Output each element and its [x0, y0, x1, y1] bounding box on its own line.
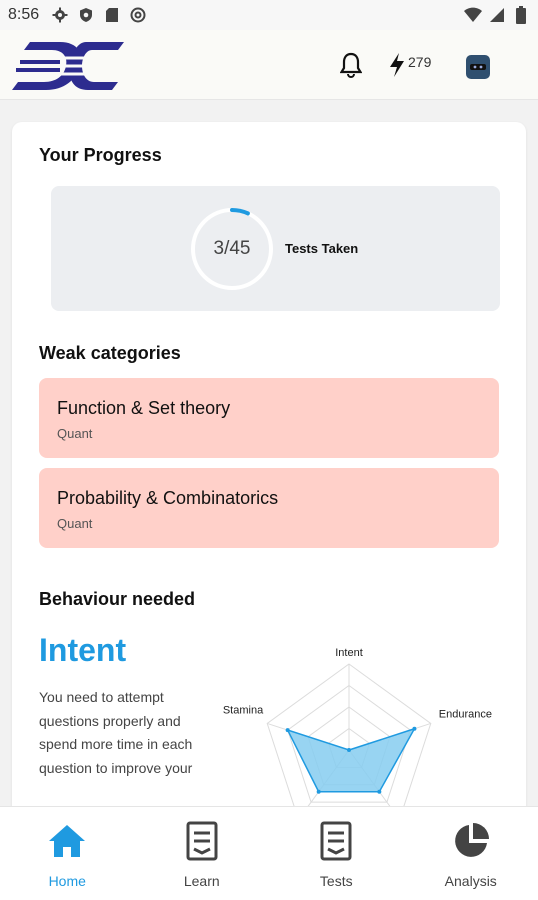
weak-category-type: Quant — [57, 516, 93, 531]
home-icon — [47, 821, 87, 861]
behaviour-title: Behaviour needed — [39, 589, 196, 609]
status-right — [464, 6, 530, 24]
radar-axis-label: Stamina — [223, 704, 264, 716]
at-icon — [129, 6, 147, 24]
brand-logo[interactable] — [8, 38, 126, 99]
progress-box: 3/45 Tests Taken — [51, 186, 500, 311]
lightning-icon — [388, 52, 406, 83]
shield-icon — [77, 6, 95, 24]
status-icons — [51, 6, 147, 24]
radar-axis-label: Intent — [335, 647, 363, 659]
radar-point — [285, 728, 290, 733]
nav-label: Analysis — [444, 873, 497, 889]
nav-tests[interactable]: Tests — [269, 807, 404, 900]
weak-category-card[interactable]: Function & Set theory Quant — [39, 378, 499, 458]
robot-face-icon — [470, 64, 486, 70]
radar-value-area — [286, 727, 417, 793]
nav-analysis[interactable]: Analysis — [404, 807, 538, 900]
tests-taken-label: Tests Taken — [285, 241, 359, 256]
weak-category-name: Probability & Combinatorics — [57, 488, 279, 508]
status-bar: 8:56 — [0, 0, 538, 30]
weak-category-type: Quant — [57, 426, 93, 441]
radar-point — [316, 789, 321, 794]
home-card: Your Progress 3/45 Tests Taken Weak cate… — [12, 122, 526, 822]
profile-avatar[interactable] — [466, 55, 490, 79]
weak-category-card[interactable]: Probability & Combinatorics Quant — [39, 468, 499, 548]
cell-signal-icon — [488, 6, 506, 24]
energy-points[interactable]: 279 — [388, 52, 431, 83]
tests-count: 3/45 — [213, 238, 251, 259]
nav-label: Home — [48, 873, 86, 889]
radar-axis-label: Endurance — [439, 708, 492, 720]
tests-icon — [316, 821, 356, 861]
behaviour-radar-chart: Intent Endurance Stamina — [223, 647, 492, 821]
nav-label: Tests — [319, 873, 353, 889]
progress-title: Your Progress — [39, 145, 162, 165]
energy-count: 279 — [408, 54, 432, 70]
bottom-nav: Home Learn Tests Analysis — [0, 806, 538, 900]
behaviour-description: You need to attempt questions properly a… — [39, 689, 193, 776]
status-time: 8:56 — [8, 6, 40, 23]
nav-home[interactable]: Home — [0, 807, 135, 900]
learn-icon — [182, 821, 222, 861]
nav-label: Learn — [183, 873, 220, 889]
radar-point — [347, 748, 351, 752]
weak-category-name: Function & Set theory — [57, 398, 231, 418]
nav-learn[interactable]: Learn — [135, 807, 270, 900]
wifi-icon — [464, 6, 482, 24]
battery-icon — [512, 6, 530, 24]
sd-card-icon — [103, 6, 121, 24]
app-header: 279 — [0, 30, 538, 100]
weak-categories-title: Weak categories — [39, 343, 181, 363]
gear-icon — [51, 6, 69, 24]
behaviour-focus: Intent — [39, 632, 127, 668]
notification-bell-icon[interactable] — [339, 52, 363, 83]
radar-point — [377, 789, 382, 794]
radar-point — [412, 726, 417, 731]
pie-chart-icon — [451, 821, 491, 861]
